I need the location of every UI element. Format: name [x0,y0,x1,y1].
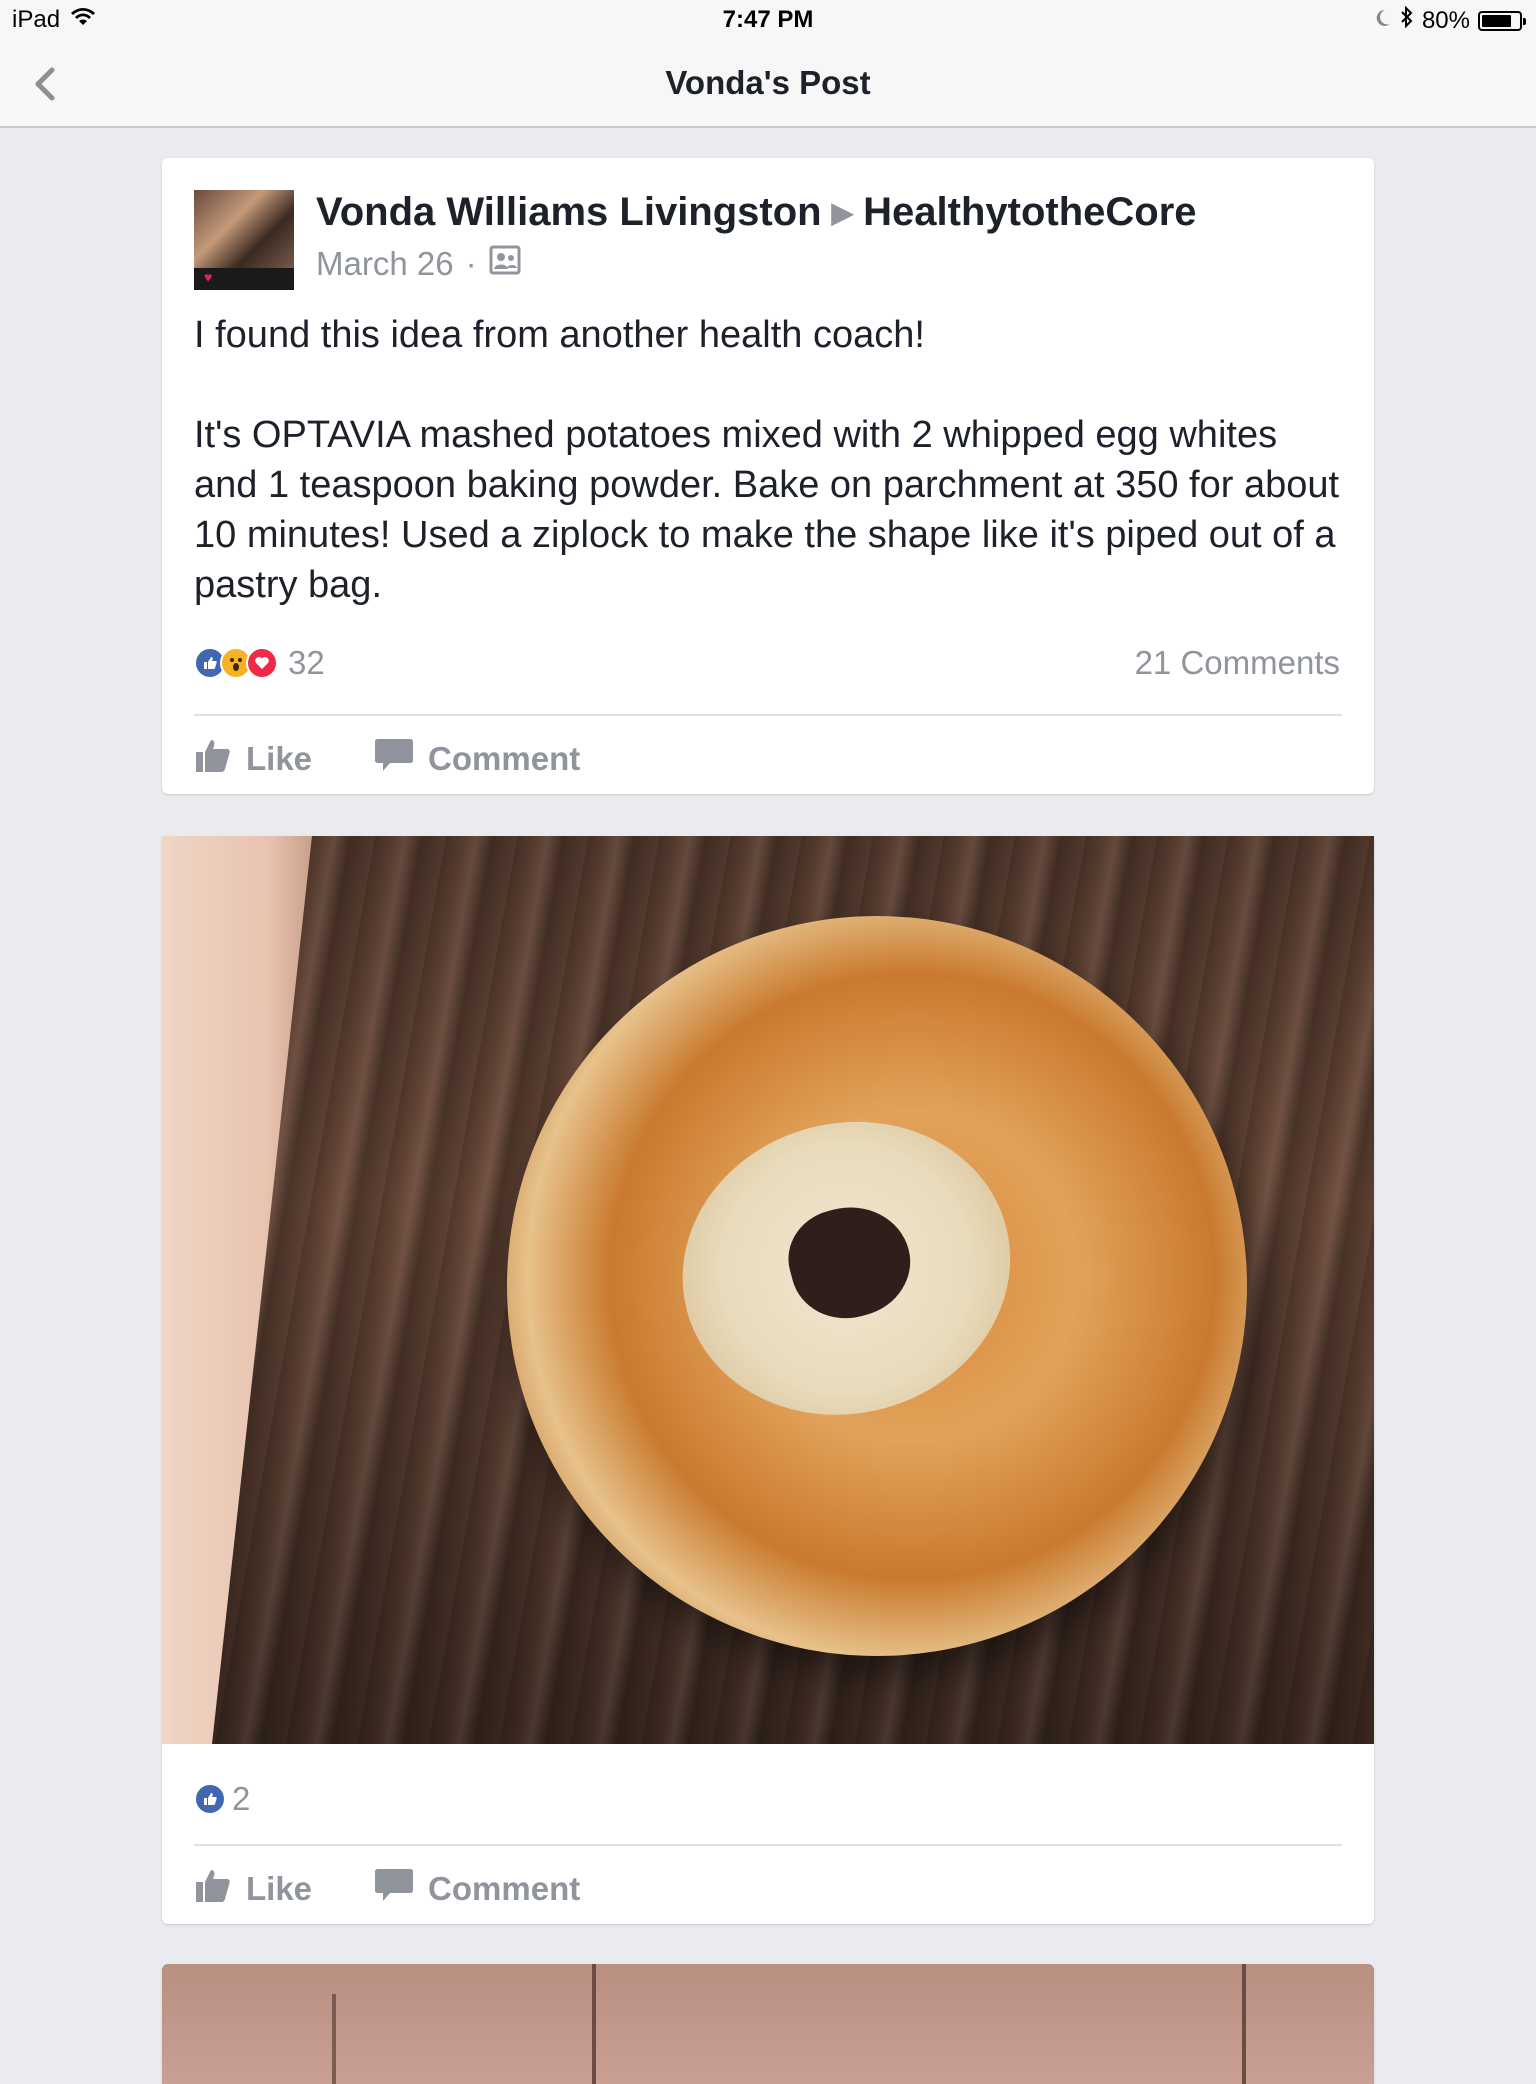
reaction-count: 32 [288,644,325,681]
heart-icon: ♥ [204,269,213,285]
comment-label: Comment [428,740,581,777]
group-name[interactable]: HealthytotheCore [863,190,1196,234]
triangle-right-icon: ▶ [831,197,854,228]
comment-icon [374,736,414,782]
like-label: Like [246,740,313,777]
thumbs-up-icon [194,1866,232,1912]
moon-icon [1374,7,1392,35]
post-body: I found this idea from another health co… [194,310,1344,610]
like-label: Like [246,1870,313,1907]
next-post-card [162,1964,1374,2084]
post-card: ♥ Vonda Williams Livingston ▶ Healthytothe… [162,158,1374,794]
page-title: Vonda's Post [665,64,871,101]
comments-count[interactable]: 21 Comments [1135,644,1340,682]
battery-percent: 80% [1421,6,1470,34]
like-button[interactable]: Like [194,736,312,782]
reactions-summary[interactable]: 32 [194,644,325,682]
like-reaction-icon [194,1783,226,1815]
bluetooth-icon [1400,5,1414,35]
meta-separator: · [465,245,477,282]
post-header: Vonda Williams Livingston ▶ HealthytotheCo… [316,190,1197,235]
thumbs-up-icon [194,736,232,782]
avatar[interactable]: ♥ [194,190,294,290]
post-actions: Like Comment [194,736,580,782]
divider [194,714,1342,716]
post-text-paragraph: It's OPTAVIA mashed potatoes mixed with … [194,414,1340,606]
love-reaction-icon [246,647,278,679]
comment-button[interactable]: Comment [374,736,580,782]
battery-icon [1478,10,1526,31]
photo-tile-background [162,836,312,1744]
post-meta: March 26 · [316,244,521,284]
comment-icon [374,1866,414,1912]
photo-card: 2 Like Comment [162,836,1374,1924]
author-name[interactable]: Vonda Williams Livingston [316,190,822,234]
nav-bar: Vonda's Post [0,42,1536,128]
comment-label: Comment [428,1870,581,1907]
photo-reactions-summary[interactable]: 2 [194,1780,250,1818]
photo-actions: Like Comment [194,1866,580,1912]
bagel-image [423,836,1331,1740]
status-bar: iPad 7:47 PM 80% [0,0,1536,42]
divider [194,1844,1342,1846]
group-privacy-icon [489,244,521,284]
post-text-paragraph: I found this idea from another health co… [194,314,925,356]
status-time: 7:47 PM [722,6,814,33]
reaction-count: 2 [232,1780,251,1817]
like-button[interactable]: Like [194,1866,312,1912]
post-date[interactable]: March 26 [316,245,454,283]
next-post-photo[interactable] [162,1964,1374,2084]
post-photo[interactable] [162,836,1374,1744]
comment-button[interactable]: Comment [374,1866,580,1912]
